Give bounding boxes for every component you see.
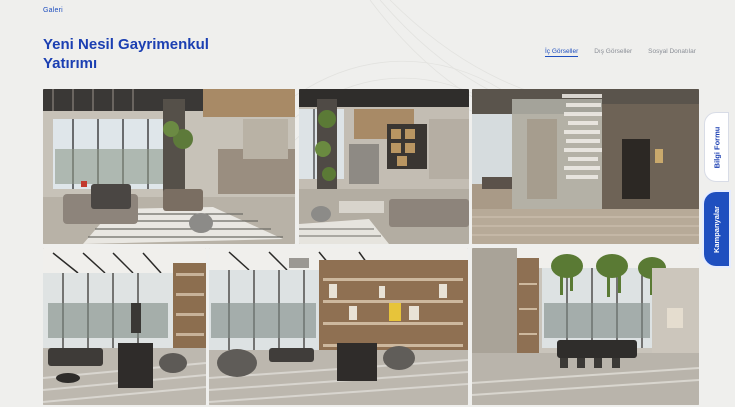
gallery-tabs: İç Görseller Dış Görseller Sosyal Donatı… [545, 48, 696, 57]
info-form-button[interactable]: Bilgi Formu [704, 112, 729, 182]
gallery-photo-seating-area[interactable] [299, 89, 469, 244]
campaigns-button[interactable]: Kampanyalar [704, 192, 729, 266]
gallery-photo-lounge-chairs[interactable] [43, 248, 206, 405]
info-form-label: Bilgi Formu [712, 126, 722, 168]
gallery-photo-glass-wall[interactable] [472, 89, 699, 244]
campaigns-label: Kampanyalar [712, 205, 722, 253]
tab-interior[interactable]: İç Görseller [545, 48, 579, 57]
page-title: Yeni Nesil Gayrimenkul Yatırımı [43, 36, 209, 72]
photo-gallery [43, 89, 699, 405]
gallery-photo-library-lounge[interactable] [209, 248, 468, 405]
breadcrumb-galeri[interactable]: Galeri [43, 7, 63, 14]
gallery-photo-meeting-plants[interactable] [472, 248, 699, 405]
tab-exterior[interactable]: Dış Görseller [594, 48, 632, 57]
gallery-photo-lounge-bar[interactable] [43, 89, 295, 244]
tab-social-amenities[interactable]: Sosyal Donatılar [648, 48, 696, 57]
